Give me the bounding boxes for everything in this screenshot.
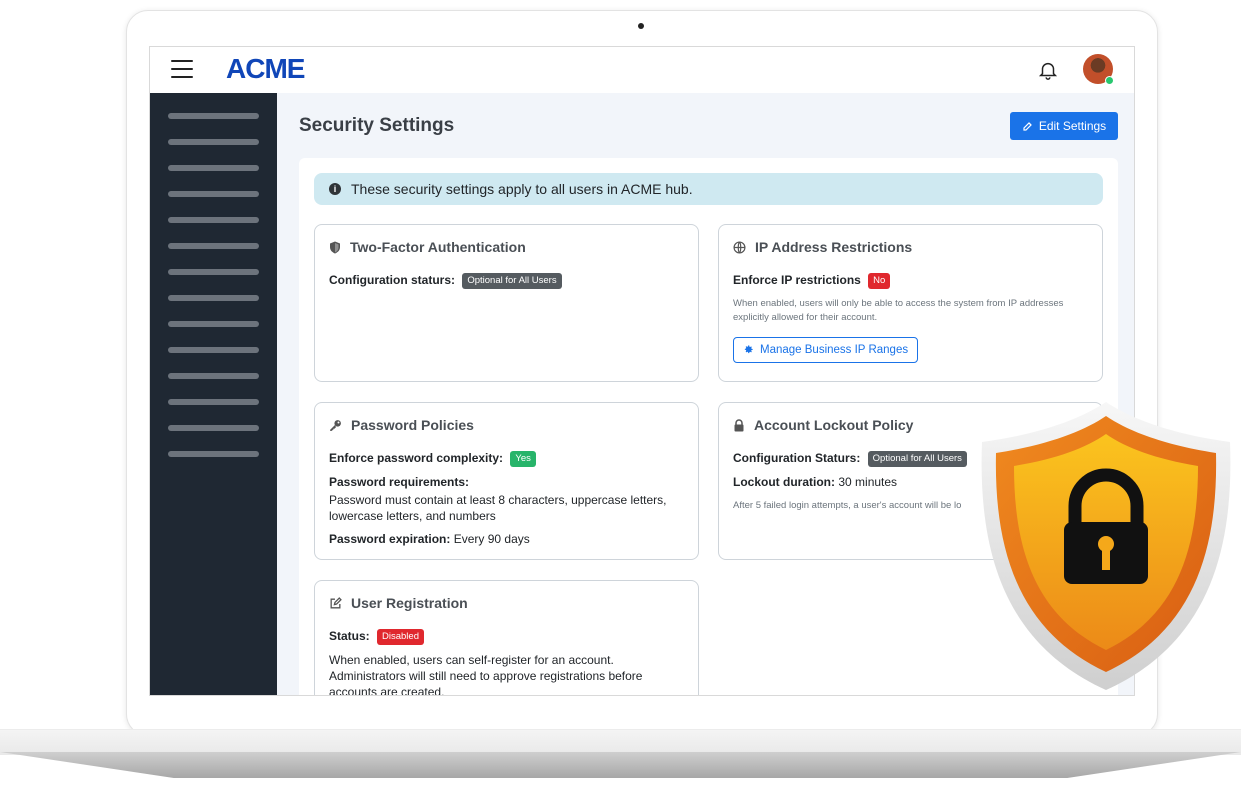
sidebar-item-placeholder[interactable] — [168, 269, 259, 275]
duration-value: 30 minutes — [838, 475, 898, 490]
status-badge: Optional for All Users — [462, 273, 562, 290]
status-badge: Yes — [510, 451, 536, 468]
ip-enforce-row: Enforce IP restrictions No — [733, 273, 1088, 290]
status-badge: Disabled — [377, 629, 424, 646]
manage-ip-ranges-button[interactable]: Manage Business IP Ranges — [733, 336, 919, 363]
info-icon: i — [329, 183, 341, 195]
requirements-text: Password must contain at least 8 charact… — [329, 492, 667, 523]
sidebar-item-placeholder[interactable] — [168, 243, 259, 249]
status-badge: Optional for All Users — [867, 451, 967, 468]
laptop-camera — [638, 23, 644, 29]
online-status-dot — [1105, 76, 1114, 85]
duration-label: Lockout duration: — [733, 475, 835, 490]
security-shield-lock-icon — [981, 402, 1231, 690]
enforce-ip-label: Enforce IP restrictions — [733, 273, 861, 287]
edit-settings-button[interactable]: Edit Settings — [1010, 112, 1118, 140]
sidebar-item-placeholder[interactable] — [168, 191, 259, 197]
sidebar-item-placeholder[interactable] — [168, 347, 259, 353]
complexity-label: Enforce password complexity: — [329, 451, 504, 465]
requirements-label: Password requirements: — [329, 475, 470, 490]
ip-restrictions-title: IP Address Restrictions — [733, 239, 1088, 255]
page-title: Security Settings — [299, 115, 455, 136]
password-expiration-row: Password expiration: Every 90 days — [329, 532, 684, 548]
sidebar-item-placeholder[interactable] — [168, 139, 259, 145]
lock-icon — [734, 418, 744, 431]
ip-restrictions-card: IP Address Restrictions Enforce IP restr… — [718, 224, 1103, 382]
edit-icon — [1023, 122, 1032, 131]
sidebar-item-placeholder[interactable] — [168, 399, 259, 405]
config-label: Configuration staturs: — [329, 273, 455, 287]
status-badge: No — [868, 273, 891, 290]
key-icon — [330, 419, 341, 431]
sidebar-item-placeholder[interactable] — [168, 321, 259, 327]
password-policies-title: Password Policies — [329, 417, 684, 433]
sidebar-item-placeholder[interactable] — [168, 165, 259, 171]
status-label: Status: — [329, 629, 370, 643]
registration-status-row: Status: Disabled — [329, 629, 684, 646]
sidebar-item-placeholder[interactable] — [168, 295, 259, 301]
two-factor-config-row: Configuration staturs: Optional for All … — [329, 273, 684, 290]
registration-description: When enabled, users can self-register fo… — [329, 653, 643, 696]
sidebar-item-placeholder[interactable] — [168, 425, 259, 431]
hamburger-icon[interactable] — [171, 60, 193, 78]
sidebar-item-placeholder[interactable] — [168, 217, 259, 223]
two-factor-card: Two-Factor Authentication Configuration … — [314, 224, 699, 382]
gear-icon — [744, 345, 753, 354]
edit-icon — [330, 596, 342, 608]
globe-icon — [733, 240, 746, 254]
password-policies-card: Password Policies Enforce password compl… — [314, 402, 699, 560]
edit-settings-label: Edit Settings — [1038, 119, 1107, 133]
sidebar-item-placeholder[interactable] — [168, 451, 259, 457]
password-complexity-row: Enforce password complexity: Yes — [329, 451, 684, 468]
shield-icon — [330, 241, 340, 253]
info-alert: i These security settings apply to all u… — [314, 173, 1103, 205]
ip-description: When enabled, users will only be able to… — [733, 298, 1064, 324]
expiration-label: Password expiration: — [329, 532, 451, 547]
sidebar-item-placeholder[interactable] — [168, 113, 259, 119]
laptop-base-shadow — [0, 752, 1241, 778]
expiration-value: Every 90 days — [453, 532, 530, 547]
sidebar — [150, 93, 277, 695]
laptop-base — [0, 729, 1241, 755]
user-registration-card: User Registration Status: Disabled When … — [314, 580, 699, 696]
alert-text: These security settings apply to all use… — [351, 181, 693, 197]
user-avatar[interactable] — [1083, 54, 1114, 85]
two-factor-title: Two-Factor Authentication — [329, 239, 684, 255]
config-label: Configuration Staturs: — [733, 451, 861, 465]
sidebar-item-placeholder[interactable] — [168, 373, 259, 379]
user-registration-title: User Registration — [329, 595, 684, 611]
bell-icon[interactable] — [1037, 59, 1059, 81]
acme-logo[interactable]: ACME — [226, 53, 305, 85]
password-requirements-row: Password requirements: — [329, 475, 684, 491]
top-navbar: ACME — [150, 47, 1134, 93]
